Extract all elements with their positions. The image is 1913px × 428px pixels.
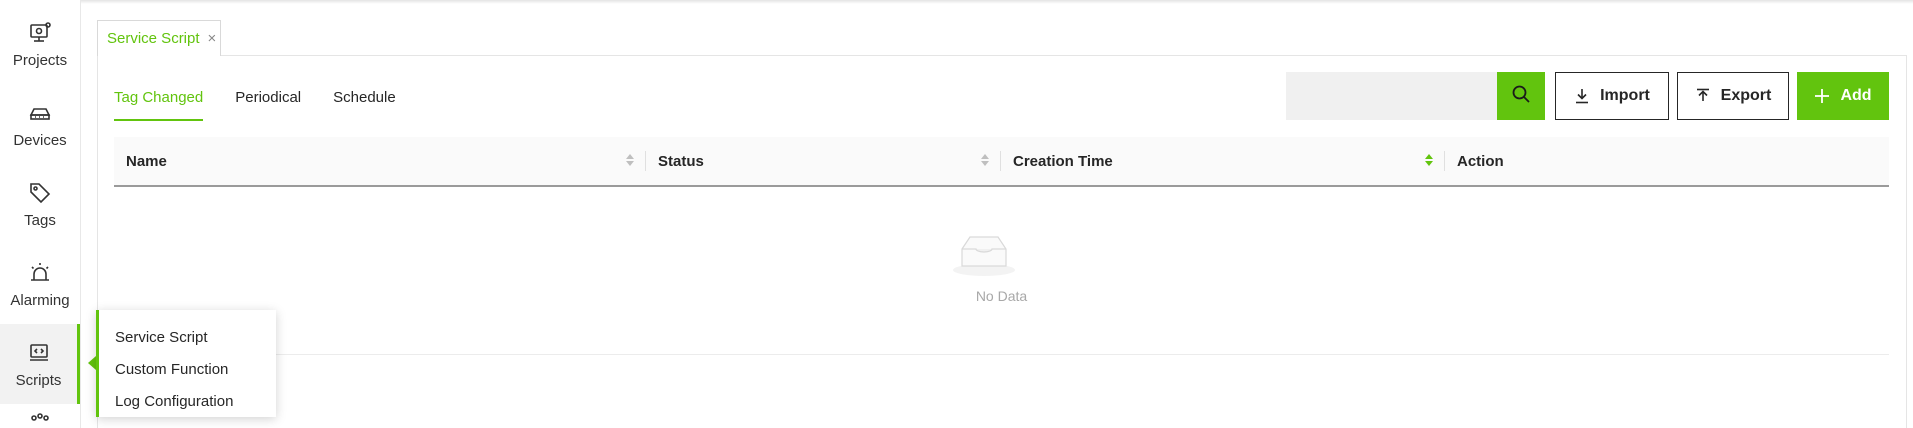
alarm-icon bbox=[27, 260, 53, 286]
tab-tag-changed[interactable]: Tag Changed bbox=[114, 89, 204, 121]
close-icon[interactable]: × bbox=[208, 30, 217, 47]
sidebar-item-projects[interactable]: Projects bbox=[0, 4, 80, 84]
main-content: Service Script × Tag Changed Periodical … bbox=[97, 20, 1907, 428]
add-button[interactable]: Add bbox=[1797, 72, 1889, 120]
table-empty-state: No Data bbox=[114, 187, 1889, 355]
devices-icon bbox=[27, 100, 53, 126]
column-label: Status bbox=[658, 152, 704, 170]
subtab-bar: Tag Changed Periodical Schedule bbox=[114, 89, 428, 121]
add-label: Add bbox=[1840, 87, 1872, 104]
more-icon bbox=[27, 404, 53, 428]
search-icon bbox=[1511, 84, 1531, 109]
sidebar-item-partial[interactable] bbox=[0, 404, 80, 428]
menu-item-service-script[interactable]: Service Script bbox=[99, 322, 276, 354]
empty-inbox-icon bbox=[952, 233, 1016, 282]
sort-icon[interactable] bbox=[1425, 154, 1433, 166]
sidebar-item-label: Devices bbox=[13, 131, 67, 149]
sidebar-item-scripts[interactable]: Scripts bbox=[0, 324, 80, 404]
export-label: Export bbox=[1720, 87, 1772, 104]
table-header: Name Status Creation Time Action bbox=[114, 137, 1889, 187]
scripts-flyout-menu: Service Script Custom Function Log Confi… bbox=[96, 310, 276, 417]
sidebar-item-label: Alarming bbox=[10, 291, 70, 309]
tab-label: Service Script bbox=[107, 30, 200, 47]
tab-schedule[interactable]: Schedule bbox=[333, 89, 396, 121]
upload-icon bbox=[1695, 88, 1711, 104]
column-header-status[interactable]: Status bbox=[646, 137, 1001, 185]
sidebar-item-label: Tags bbox=[24, 211, 56, 229]
sidebar: Projects Devices Tags Alarming Scripts bbox=[0, 0, 81, 428]
menu-item-log-configuration[interactable]: Log Configuration bbox=[99, 386, 276, 418]
empty-text: No Data bbox=[975, 288, 1028, 304]
sidebar-item-label: Projects bbox=[12, 51, 68, 69]
column-header-creation-time[interactable]: Creation Time bbox=[1001, 137, 1445, 185]
sidebar-item-tags[interactable]: Tags bbox=[0, 164, 80, 244]
search-button[interactable] bbox=[1497, 72, 1545, 120]
sidebar-item-label: Scripts bbox=[15, 371, 62, 389]
projects-icon bbox=[27, 20, 53, 46]
sidebar-item-alarming[interactable]: Alarming bbox=[0, 244, 80, 324]
column-label: Action bbox=[1457, 152, 1504, 170]
flyout-pointer bbox=[88, 356, 96, 370]
import-label: Import bbox=[1600, 87, 1650, 104]
tab-periodical[interactable]: Periodical bbox=[235, 89, 301, 121]
search-input[interactable] bbox=[1286, 72, 1498, 120]
sidebar-item-devices[interactable]: Devices bbox=[0, 84, 80, 164]
column-header-name[interactable]: Name bbox=[114, 137, 646, 185]
plus-icon bbox=[1814, 88, 1830, 104]
column-label: Name bbox=[126, 152, 167, 170]
service-script-panel: Tag Changed Periodical Schedule Import E… bbox=[97, 55, 1907, 428]
scripts-icon bbox=[26, 340, 52, 366]
export-button[interactable]: Export bbox=[1677, 72, 1789, 120]
top-bar-shadow bbox=[0, 0, 1913, 4]
tab-service-script[interactable]: Service Script × bbox=[97, 20, 221, 56]
tag-icon bbox=[27, 180, 53, 206]
column-label: Creation Time bbox=[1013, 152, 1113, 170]
menu-item-custom-function[interactable]: Custom Function bbox=[99, 354, 276, 386]
sort-icon[interactable] bbox=[626, 154, 634, 166]
column-header-action: Action bbox=[1445, 137, 1889, 185]
download-icon bbox=[1574, 88, 1590, 104]
import-button[interactable]: Import bbox=[1555, 72, 1669, 120]
sort-icon[interactable] bbox=[981, 154, 989, 166]
